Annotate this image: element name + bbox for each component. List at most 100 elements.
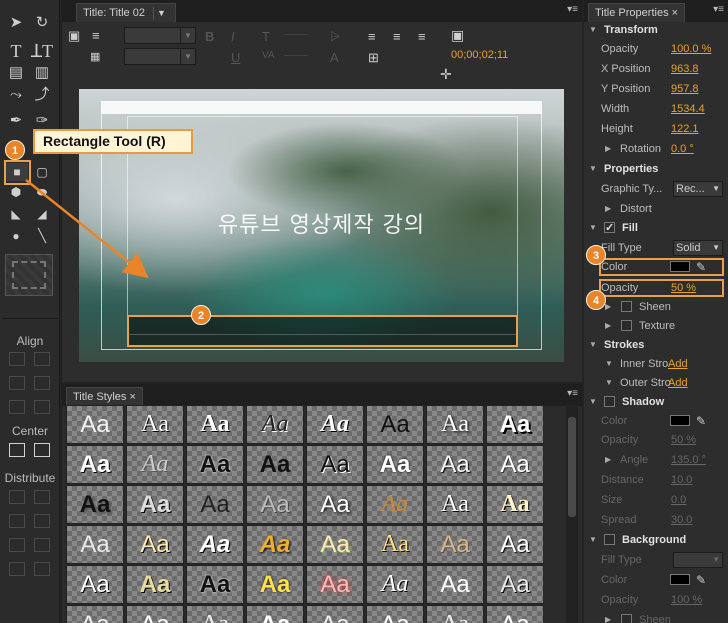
chevron-right-icon[interactable]: ▶: [605, 316, 611, 336]
distribute-left-icon[interactable]: [9, 490, 25, 504]
styles-scroll-thumb[interactable]: [568, 417, 576, 517]
roll-crawl-icon[interactable]: ≡: [92, 28, 100, 43]
texture-checkbox[interactable]: [621, 320, 632, 331]
eyedropper-icon[interactable]: ✎: [696, 570, 706, 590]
selection-tool-icon[interactable]: ➤: [5, 14, 27, 32]
properties-panel-menu-icon[interactable]: ▾≡: [713, 4, 724, 15]
shadow-angle-value[interactable]: 135.0 °: [671, 450, 706, 470]
style-swatch[interactable]: Aa: [66, 485, 124, 524]
styles-scrollbar[interactable]: [566, 405, 578, 623]
shadow-distance-value[interactable]: 10.0: [671, 470, 692, 490]
bold-icon[interactable]: B: [205, 29, 214, 44]
underline-icon[interactable]: U: [231, 50, 240, 65]
shadow-section[interactable]: ▼ Shadow: [584, 392, 728, 412]
chevron-right-icon[interactable]: ▶: [605, 450, 611, 470]
height-value[interactable]: 122.1: [671, 119, 699, 139]
style-swatch[interactable]: Aa: [426, 445, 484, 484]
align-bottom-icon[interactable]: [34, 400, 50, 414]
vertical-type-tool-icon[interactable]: ꓕT: [31, 42, 53, 60]
style-swatch[interactable]: Aa: [246, 485, 304, 524]
style-swatch[interactable]: Aa: [66, 445, 124, 484]
align-right-icon[interactable]: [9, 400, 25, 414]
timecode[interactable]: 00;00;02;11: [451, 49, 508, 61]
style-swatch[interactable]: Aa: [186, 445, 244, 484]
chevron-down-icon[interactable]: ▼: [605, 354, 613, 374]
arc-tool-icon[interactable]: ◢: [31, 205, 53, 223]
style-swatch[interactable]: Aa: [366, 605, 424, 623]
style-swatch[interactable]: Aa: [486, 485, 543, 524]
delete-anchor-tool-icon[interactable]: ✑: [31, 112, 53, 130]
style-swatch[interactable]: Aa: [126, 405, 184, 444]
style-swatch[interactable]: Aa: [366, 485, 424, 524]
style-swatch[interactable]: Aa: [66, 525, 124, 564]
inner-stroke-add-link[interactable]: Add: [668, 354, 688, 374]
properties-section[interactable]: ▼ Properties: [584, 159, 728, 179]
shadow-size-value[interactable]: 0.0: [671, 490, 686, 510]
vertical-area-type-tool-icon[interactable]: ▥: [31, 64, 53, 82]
width-value[interactable]: 1534.4: [671, 99, 705, 119]
style-swatch[interactable]: Aa: [126, 525, 184, 564]
fill-color-swatch[interactable]: [670, 261, 690, 272]
style-swatch[interactable]: Aa: [186, 485, 244, 524]
background-opacity-value[interactable]: 100 %: [671, 590, 702, 610]
style-swatch[interactable]: Aa: [306, 525, 364, 564]
align-center-v-icon[interactable]: [34, 376, 50, 390]
style-swatch[interactable]: Aa: [126, 605, 184, 623]
shadow-color-swatch[interactable]: [670, 415, 690, 426]
line-tool-icon[interactable]: ╲: [31, 227, 53, 245]
chevron-right-icon[interactable]: ▶: [605, 139, 611, 159]
style-swatch[interactable]: Aa: [306, 445, 364, 484]
style-swatch[interactable]: Aa: [486, 525, 543, 564]
eyedropper-icon[interactable]: ✎: [696, 411, 706, 431]
templates-icon[interactable]: ▦: [90, 50, 100, 63]
shadow-opacity-value[interactable]: 50 %: [671, 430, 696, 450]
background-section[interactable]: ▼ Background: [584, 530, 728, 550]
italic-icon[interactable]: I: [231, 29, 235, 44]
eyedropper-icon[interactable]: ✎: [696, 257, 706, 277]
align-text-center-icon[interactable]: ≡: [393, 29, 401, 44]
style-swatch[interactable]: Aa: [126, 485, 184, 524]
center-horizontal-icon[interactable]: [9, 443, 25, 457]
chevron-down-icon[interactable]: ▼: [605, 373, 613, 393]
align-left-icon[interactable]: [9, 352, 25, 366]
distribute-spacing-h-icon[interactable]: [9, 562, 25, 576]
style-swatch[interactable]: Aa: [486, 565, 543, 604]
distribute-top-icon[interactable]: [34, 490, 50, 504]
style-swatch[interactable]: Aa: [306, 605, 364, 623]
style-swatch[interactable]: Aa: [246, 445, 304, 484]
distribute-right-icon[interactable]: [9, 538, 25, 552]
transform-opacity-value[interactable]: 100.0 %: [671, 39, 711, 59]
style-swatch[interactable]: Aa: [426, 525, 484, 564]
title-styles-tab[interactable]: Title Styles ×: [66, 387, 143, 406]
style-swatch[interactable]: Aa: [246, 565, 304, 604]
style-swatch[interactable]: Aa: [186, 405, 244, 444]
style-swatch[interactable]: Aa: [366, 405, 424, 444]
shadow-checkbox[interactable]: [604, 396, 615, 407]
background-color-swatch[interactable]: [670, 574, 690, 585]
style-swatch[interactable]: Aa: [126, 445, 184, 484]
sheen-checkbox[interactable]: [621, 301, 632, 312]
distribute-bottom-icon[interactable]: [34, 538, 50, 552]
style-swatch[interactable]: Aa: [366, 525, 424, 564]
style-swatch[interactable]: Aa: [426, 485, 484, 524]
rotation-value[interactable]: 0.0 °: [671, 139, 694, 159]
style-swatch[interactable]: Aa: [426, 405, 484, 444]
style-swatch[interactable]: Aa: [426, 605, 484, 623]
distribute-spacing-v-icon[interactable]: [34, 562, 50, 576]
style-swatch[interactable]: Aa: [66, 605, 124, 623]
chevron-down-icon[interactable]: ▼: [152, 7, 169, 20]
close-icon[interactable]: ×: [129, 391, 135, 403]
fill-checkbox[interactable]: [604, 218, 615, 238]
style-swatch[interactable]: Aa: [246, 405, 304, 444]
fill-type-select[interactable]: Solid ▼: [673, 240, 723, 256]
chevron-right-icon[interactable]: ▶: [605, 199, 611, 219]
canvas-title-text[interactable]: 유튜브 영상제작 강의: [79, 207, 564, 239]
style-swatch[interactable]: Aa: [246, 525, 304, 564]
tab-stops-icon[interactable]: ⊞: [368, 50, 379, 66]
align-text-left-icon[interactable]: ≡: [368, 29, 376, 44]
style-swatch[interactable]: Aa: [126, 565, 184, 604]
style-swatch[interactable]: Aa: [306, 405, 364, 444]
fill-section[interactable]: ▼Fill: [584, 218, 728, 238]
vertical-path-type-tool-icon[interactable]: ⤴: [31, 86, 53, 104]
rectangle-object[interactable]: [127, 315, 518, 347]
